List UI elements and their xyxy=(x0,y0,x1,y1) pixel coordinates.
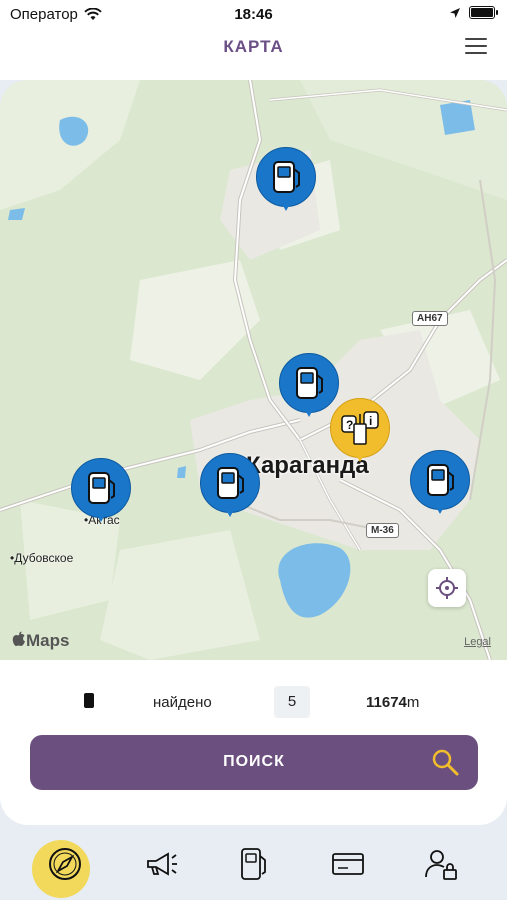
legal-link[interactable]: Legal xyxy=(464,636,491,648)
tab-cards[interactable] xyxy=(323,839,373,889)
fuel-pump-icon xyxy=(241,848,266,880)
megaphone-icon xyxy=(147,852,177,876)
found-label: найдено xyxy=(153,694,212,711)
tab-fuel-stations[interactable] xyxy=(228,839,278,889)
search-button-label: ПОИСК xyxy=(223,753,285,770)
page-title: КАРТА xyxy=(223,37,284,56)
clock: 18:46 xyxy=(234,6,273,23)
main-panel: AH67 M-36 Караганда •Актас •Дубовское ? … xyxy=(0,80,507,825)
svg-text:?: ? xyxy=(346,418,353,432)
info-kiosk-pin[interactable]: ? i xyxy=(330,398,390,468)
town-label-dubovskoe: •Дубовское xyxy=(10,551,74,565)
found-count: 5 xyxy=(274,686,310,718)
svg-text:i: i xyxy=(369,414,372,428)
road-badge-ah67: AH67 xyxy=(412,311,448,326)
maps-logo: Maps xyxy=(12,631,69,651)
location-arrow-icon xyxy=(450,7,460,18)
fuel-station-pin[interactable] xyxy=(71,458,131,528)
road-badge-m36: M-36 xyxy=(366,523,399,538)
tab-promotions[interactable] xyxy=(137,839,187,889)
fuel-station-pin[interactable] xyxy=(200,453,260,523)
tab-profile[interactable] xyxy=(416,839,466,889)
tab-bar xyxy=(0,825,507,900)
fuel-pump-icon xyxy=(84,693,94,708)
apple-logo-icon xyxy=(12,631,25,646)
tab-map[interactable] xyxy=(40,839,90,889)
fuel-pump-icon xyxy=(427,464,454,496)
header: КАРТА xyxy=(0,28,507,80)
fuel-pump-icon xyxy=(296,367,323,399)
fuel-pump-icon xyxy=(273,161,300,193)
fuel-pump-icon xyxy=(217,467,244,499)
menu-button[interactable] xyxy=(465,38,487,56)
search-button[interactable]: ПОИСК xyxy=(30,735,478,790)
search-icon xyxy=(432,749,459,776)
fuel-pump-icon xyxy=(88,472,115,504)
card-icon xyxy=(332,853,364,875)
status-bar: Оператор 18:46 xyxy=(0,0,507,28)
compass-icon xyxy=(49,848,81,880)
locate-me-button[interactable] xyxy=(428,569,466,607)
results-summary: найдено 5 11674m xyxy=(0,683,507,723)
battery-icon xyxy=(469,6,498,19)
user-lock-icon xyxy=(425,850,457,880)
fuel-station-pin[interactable] xyxy=(256,147,316,217)
info-kiosk-icon: ? i xyxy=(341,411,379,445)
map-view[interactable]: AH67 M-36 Караганда •Актас •Дубовское ? … xyxy=(0,80,507,660)
crosshair-icon xyxy=(436,577,458,599)
distance-value: 11674m xyxy=(366,694,420,711)
fuel-station-pin[interactable] xyxy=(410,450,470,520)
